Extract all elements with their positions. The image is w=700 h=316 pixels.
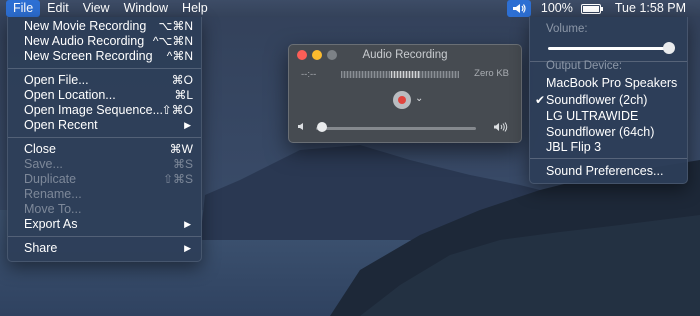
- shortcut: ⌘L: [174, 88, 193, 102]
- menu-separator: [8, 236, 201, 237]
- options-chevron-down-icon[interactable]: ⌄: [415, 93, 423, 104]
- clock[interactable]: Tue 1:58 PM: [609, 0, 700, 17]
- minimize-window-button[interactable]: [312, 50, 322, 60]
- shortcut: ⇧⌘O: [161, 103, 193, 117]
- volume-high-icon: [493, 122, 509, 135]
- shortcut: ⌥⌘N: [158, 19, 194, 33]
- volume-slider[interactable]: [548, 47, 670, 50]
- menu-item-open-file[interactable]: Open File... ⌘O: [8, 73, 201, 88]
- audio-recording-window: Audio Recording --:-- Zero KB ⌄: [288, 44, 522, 143]
- output-device-label: Output Device:: [546, 60, 623, 72]
- menu-edit[interactable]: Edit: [40, 0, 76, 17]
- close-window-button[interactable]: [297, 50, 307, 60]
- menu-separator: [530, 158, 687, 159]
- submenu-arrow-icon: ▶: [184, 243, 191, 253]
- shortcut: ⇧⌘S: [162, 172, 193, 186]
- device-soundflower-2ch[interactable]: Soundflower (2ch): [546, 93, 647, 107]
- menu-view[interactable]: View: [76, 0, 117, 17]
- zoom-window-button[interactable]: [327, 50, 337, 60]
- menu-file[interactable]: File: [6, 0, 41, 17]
- menu-help[interactable]: Help: [175, 0, 215, 17]
- menu-item-save[interactable]: Save... ⌘S: [8, 157, 201, 172]
- window-title: Audio Recording: [362, 49, 448, 61]
- checkmark-icon: ✔: [535, 93, 546, 107]
- recording-volume-slider[interactable]: [316, 127, 476, 130]
- record-button[interactable]: [393, 91, 411, 109]
- menu-item-share[interactable]: Share ▶: [8, 241, 201, 256]
- menu-item-open-image-sequence[interactable]: Open Image Sequence... ⇧⌘O: [8, 103, 201, 118]
- menu-item-new-screen-recording[interactable]: New Screen Recording ^⌘N: [8, 49, 201, 64]
- menu-separator: [8, 68, 201, 69]
- shortcut: ^⌥⌘N: [152, 34, 193, 48]
- battery-percent[interactable]: 100%: [535, 0, 579, 17]
- volume-slider-knob[interactable]: [662, 42, 675, 54]
- menu-item-export-as[interactable]: Export As ▶: [8, 217, 201, 232]
- menu-window[interactable]: Window: [117, 0, 175, 17]
- device-macbook-pro-speakers[interactable]: MacBook Pro Speakers: [546, 76, 677, 90]
- menu-item-duplicate[interactable]: Duplicate ⇧⌘S: [8, 172, 201, 187]
- shortcut: ⌘S: [172, 157, 193, 171]
- volume-menu-dropdown: Volume: Output Device: MacBook Pro Speak…: [529, 17, 688, 184]
- menu-separator: [8, 137, 201, 138]
- file-menu-dropdown: New Movie Recording ⌥⌘N New Audio Recordi…: [7, 17, 202, 262]
- menu-item-open-recent[interactable]: Open Recent ▶: [8, 118, 201, 133]
- device-lg-ultrawide[interactable]: LG ULTRAWIDE: [546, 109, 638, 123]
- menu-item-new-audio-recording[interactable]: New Audio Recording ^⌥⌘N: [8, 34, 201, 49]
- battery-icon[interactable]: [580, 3, 603, 14]
- recording-time: --:--: [301, 69, 317, 80]
- record-dot-icon: [398, 96, 406, 104]
- device-soundflower-64ch[interactable]: Soundflower (64ch): [546, 125, 654, 139]
- menu-item-move-to[interactable]: Move To...: [8, 202, 201, 217]
- menu-item-new-movie-recording[interactable]: New Movie Recording ⌥⌘N: [8, 19, 201, 34]
- menu-item-rename[interactable]: Rename...: [8, 187, 201, 202]
- submenu-arrow-icon: ▶: [184, 120, 191, 130]
- sound-preferences-item[interactable]: Sound Preferences...: [546, 164, 663, 178]
- shortcut: ⌘W: [169, 142, 193, 156]
- recording-volume-knob[interactable]: [317, 122, 328, 132]
- file-size: Zero KB: [474, 68, 509, 79]
- volume-label: Volume:: [546, 23, 588, 35]
- audio-level-meter: [341, 71, 459, 78]
- menu-item-close[interactable]: Close ⌘W: [8, 142, 201, 157]
- volume-low-icon: [297, 122, 307, 134]
- volume-icon[interactable]: [506, 0, 531, 17]
- device-jbl-flip-3[interactable]: JBL Flip 3: [546, 140, 601, 154]
- status-area: 100% Tue 1:58 PM: [506, 0, 700, 17]
- menu-item-open-location[interactable]: Open Location... ⌘L: [8, 88, 201, 103]
- submenu-arrow-icon: ▶: [184, 219, 191, 229]
- shortcut: ^⌘N: [166, 49, 193, 63]
- shortcut: ⌘O: [171, 73, 193, 87]
- menu-bar: File Edit View Window Help 100% Tue 1:58…: [0, 0, 700, 17]
